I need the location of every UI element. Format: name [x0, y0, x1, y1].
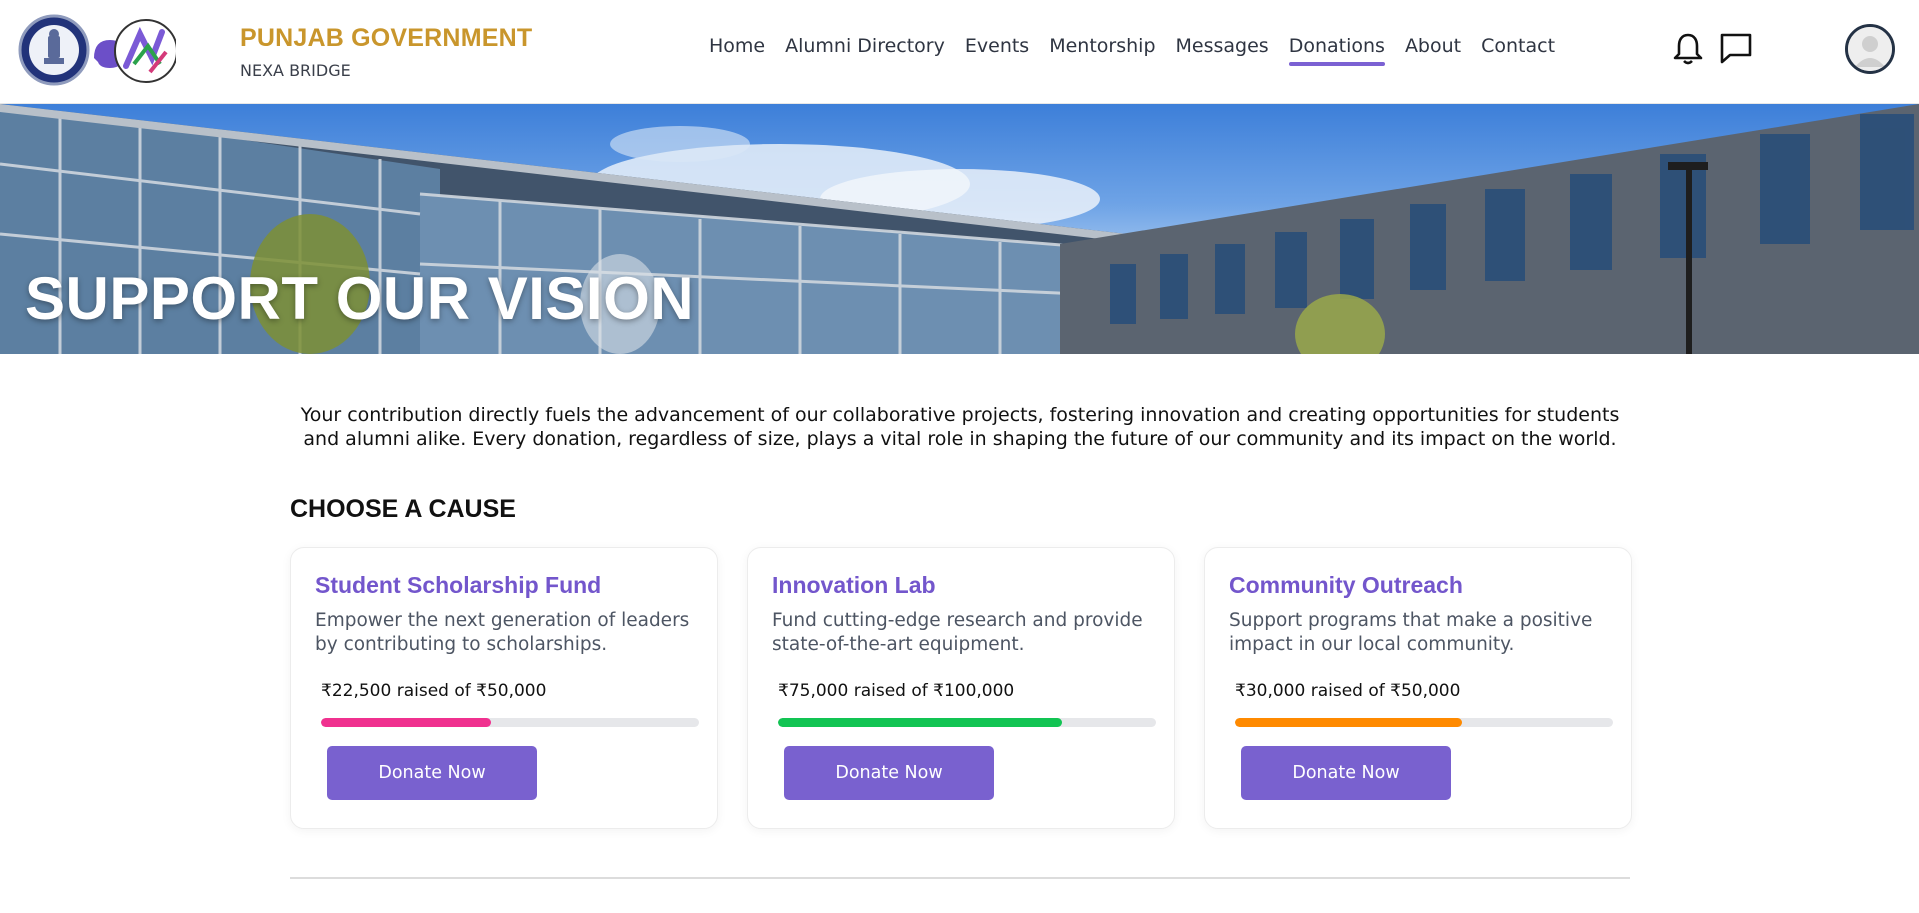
emblem-logo-icon[interactable] [18, 14, 90, 86]
donate-button[interactable]: Donate Now [784, 746, 994, 800]
cause-title: Community Outreach [1229, 572, 1463, 598]
progress-bar [321, 718, 699, 727]
donate-button[interactable]: Donate Now [327, 746, 537, 800]
nav-mentorship[interactable]: Mentorship [1039, 32, 1165, 64]
cause-card-innovation-lab: Innovation Lab Fund cutting-edge researc… [747, 547, 1175, 829]
cause-card-community-outreach: Community Outreach Support programs that… [1204, 547, 1632, 829]
bell-icon[interactable] [1673, 32, 1703, 66]
choose-cause-heading: CHOOSE A CAUSE [290, 495, 516, 523]
cause-raised-text: ₹75,000 raised of ₹100,000 [778, 681, 1015, 701]
main-nav: Home Alumni Directory Events Mentorship … [699, 32, 1565, 66]
cause-title: Innovation Lab [772, 572, 936, 598]
progress-fill [321, 718, 492, 727]
donate-button[interactable]: Donate Now [1241, 746, 1451, 800]
cause-raised-text: ₹30,000 raised of ₹50,000 [1235, 681, 1461, 701]
nav-contact[interactable]: Contact [1471, 32, 1565, 64]
cause-card-scholarship: Student Scholarship Fund Empower the nex… [290, 547, 718, 829]
site-header: PUNJAB GOVERNMENT NEXA BRIDGE Home Alumn… [0, 0, 1919, 104]
progress-fill [1235, 718, 1462, 727]
nav-messages[interactable]: Messages [1166, 32, 1279, 64]
brand-subtitle: NEXA BRIDGE [240, 61, 351, 80]
section-divider [290, 877, 1630, 879]
intro-text: Your contribution directly fuels the adv… [300, 404, 1620, 450]
progress-bar [778, 718, 1156, 727]
hero-banner: SUPPORT OUR VISION [0, 104, 1919, 354]
hero-title: SUPPORT OUR VISION [25, 265, 695, 332]
cause-title: Student Scholarship Fund [315, 572, 602, 598]
nav-home[interactable]: Home [699, 32, 775, 64]
nexa-logo-icon[interactable] [90, 18, 178, 84]
cause-raised-text: ₹22,500 raised of ₹50,000 [321, 681, 547, 701]
cause-description: Support programs that make a positive im… [1229, 610, 1593, 655]
progress-fill [778, 718, 1062, 727]
cause-description: Fund cutting-edge research and provide s… [772, 610, 1143, 655]
nav-donations[interactable]: Donations [1279, 32, 1395, 66]
chat-icon[interactable] [1719, 31, 1753, 65]
nav-alumni-directory[interactable]: Alumni Directory [775, 32, 955, 64]
brand-title: PUNJAB GOVERNMENT [240, 24, 533, 52]
user-avatar-icon[interactable] [1845, 24, 1895, 74]
nav-events[interactable]: Events [955, 32, 1039, 64]
progress-bar [1235, 718, 1613, 727]
nav-about[interactable]: About [1395, 32, 1471, 64]
cause-description: Empower the next generation of leaders b… [315, 610, 690, 655]
